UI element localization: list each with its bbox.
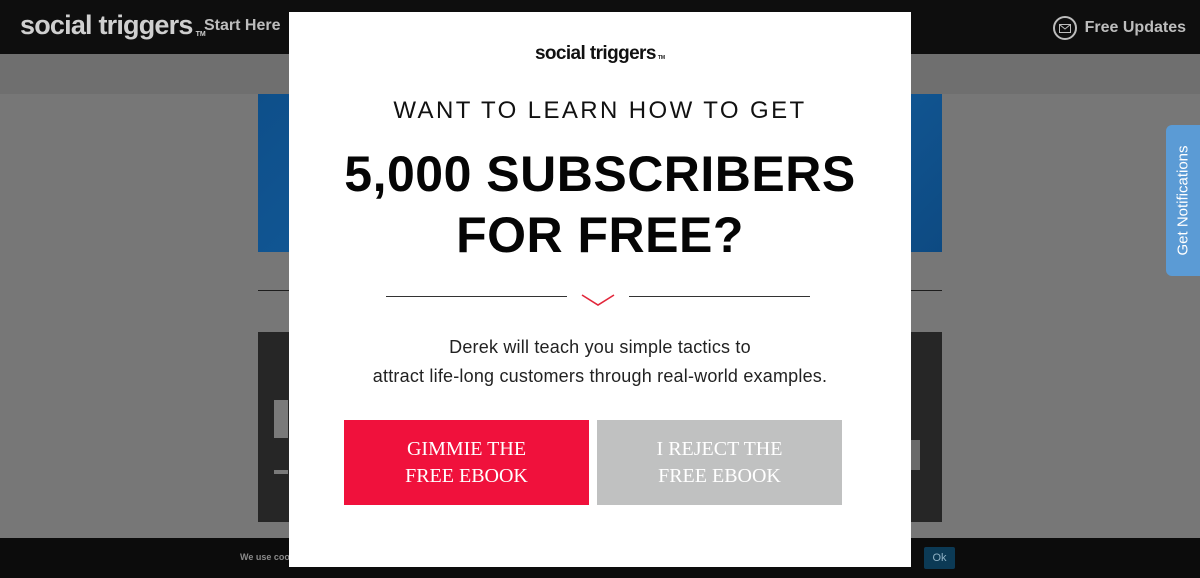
nav-start-here[interactable]: Start Here [204, 17, 280, 35]
modal-logo: social triggers TM [534, 43, 666, 64]
modal-eyebrow: WANT TO LEARN HOW TO GET [393, 97, 807, 124]
reject-ebook-button[interactable]: I REJECT THE FREE EBOOK [597, 420, 842, 505]
headline-line-1: 5,000 SUBSCRIBERS [344, 146, 856, 202]
free-updates-link[interactable]: Free Updates [1052, 16, 1186, 40]
modal-headline: 5,000 SUBSCRIBERS FOR FREE? [289, 144, 911, 266]
optin-modal: social triggers TM WANT TO LEARN HOW TO G… [289, 12, 911, 567]
divider-right [629, 296, 810, 297]
site-logo[interactable]: social triggers TM [20, 10, 206, 41]
accept-ebook-button[interactable]: GIMMIE THE FREE EBOOK [344, 420, 589, 505]
notifications-tab-label: Get Notifications [1174, 145, 1192, 256]
notifications-tab[interactable]: Get Notifications [1166, 125, 1200, 276]
headline-line-2: FOR FREE? [456, 207, 744, 263]
free-updates-label: Free Updates [1084, 19, 1186, 36]
card-decoration [910, 440, 920, 470]
card-decoration [274, 400, 288, 438]
mail-icon [1052, 16, 1077, 40]
card-decoration [274, 470, 288, 474]
reject-ebook-label: I REJECT THE FREE EBOOK [656, 437, 783, 487]
modal-logo-trademark: TM [657, 55, 666, 61]
modal-description: Derek will teach you simple tactics to a… [289, 333, 911, 391]
cookie-text: We use coo [240, 552, 290, 562]
chevron-down-icon [581, 294, 615, 306]
description-line-2: attract life-long customers through real… [372, 366, 828, 386]
divider-left [386, 296, 567, 297]
accept-ebook-label: GIMMIE THE FREE EBOOK [405, 437, 528, 487]
cookie-ok-button[interactable]: Ok [924, 547, 955, 569]
description-line-1: Derek will teach you simple tactics to [449, 337, 751, 357]
